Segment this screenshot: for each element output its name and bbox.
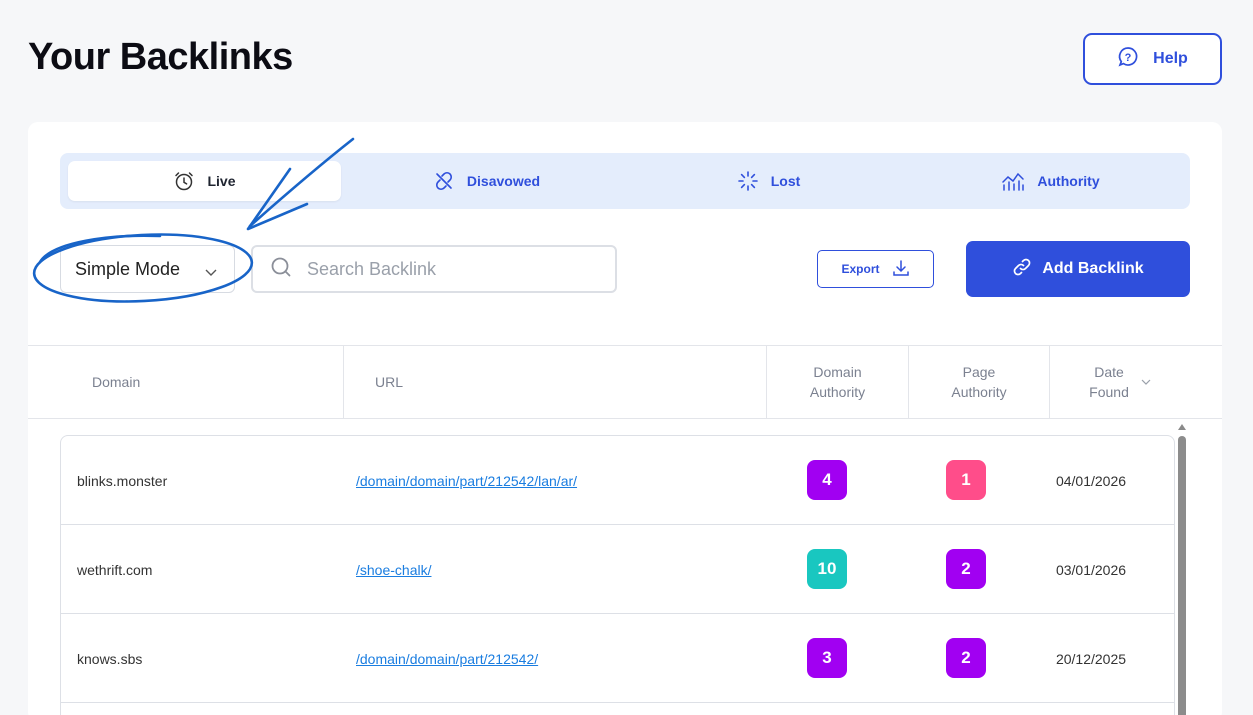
tab-bar: Live Disavowed Lost Authority	[60, 153, 1190, 209]
domain-authority-badge: 4	[807, 460, 847, 500]
table-row: wethrift.com /shoe-chalk/ 10 2 03/01/202…	[61, 525, 1174, 614]
search-icon	[269, 255, 293, 284]
help-button[interactable]: ? Help	[1083, 33, 1222, 85]
tab-live[interactable]: Live	[68, 161, 341, 201]
link-icon	[1012, 257, 1032, 282]
column-header-url[interactable]: URL	[344, 346, 767, 418]
mode-select-value: Simple Mode	[75, 258, 181, 279]
page-authority-badge: 1	[946, 460, 986, 500]
add-backlink-button[interactable]: Add Backlink	[966, 241, 1190, 297]
tab-authority-label: Authority	[1037, 173, 1100, 189]
domain-authority-badge: 3	[807, 638, 847, 678]
help-label: Help	[1153, 50, 1188, 67]
export-label: Export	[841, 262, 880, 276]
add-backlink-label: Add Backlink	[1042, 260, 1144, 277]
page-authority-badge: 2	[946, 549, 986, 589]
column-header-domain[interactable]: Domain	[28, 346, 344, 418]
export-button[interactable]: Export	[817, 250, 934, 288]
scroll-up-arrow-icon[interactable]	[1178, 424, 1186, 430]
tab-authority[interactable]: Authority	[914, 161, 1187, 201]
row-date: 20/12/2025	[1055, 650, 1127, 667]
page-authority-badge: 2	[946, 638, 986, 678]
table-row: blinks.monster /domain/domain/part/21254…	[61, 436, 1174, 525]
backlinks-list: blinks.monster /domain/domain/part/21254…	[60, 435, 1175, 715]
tab-disavowed[interactable]: Disavowed	[350, 161, 623, 201]
row-domain: knows.sbs	[77, 650, 143, 667]
sort-chevron-icon	[1141, 372, 1151, 392]
tab-live-label: Live	[207, 173, 236, 189]
loading-spinner-icon	[737, 170, 759, 192]
row-domain: blinks.monster	[77, 472, 168, 489]
date-found-label: Date Found	[1089, 364, 1129, 400]
alarm-clock-icon	[173, 170, 195, 192]
tab-disavowed-label: Disavowed	[466, 173, 541, 189]
search-box[interactable]	[251, 245, 617, 293]
search-input[interactable]	[307, 258, 597, 280]
broken-link-icon	[433, 170, 455, 192]
row-date: 03/01/2026	[1055, 561, 1127, 578]
row-url-link[interactable]: /domain/domain/part/212542/	[356, 614, 538, 703]
row-url-link[interactable]: /shoe-chalk/	[356, 525, 431, 614]
row-date: 04/01/2026	[1055, 472, 1127, 489]
scrollbar-thumb[interactable]	[1178, 436, 1186, 715]
tab-lost[interactable]: Lost	[632, 161, 905, 201]
column-header-date-found[interactable]: Date Found	[1050, 346, 1190, 418]
help-icon: ?	[1117, 46, 1139, 73]
download-icon	[892, 259, 910, 280]
svg-text:?: ?	[1125, 52, 1132, 64]
chart-line-icon	[1001, 170, 1025, 192]
domain-authority-badge: 10	[807, 549, 847, 589]
tab-lost-label: Lost	[770, 173, 801, 189]
row-url-link[interactable]: /domain/domain/part/212542/lan/ar/	[356, 436, 577, 525]
chevron-down-icon	[204, 263, 218, 284]
mode-select[interactable]: Simple Mode	[60, 245, 235, 293]
row-domain: wethrift.com	[77, 561, 153, 578]
column-header-domain-authority[interactable]: Domain Authority	[767, 346, 909, 418]
page-title: Your Backlinks	[28, 36, 293, 78]
scrollbar[interactable]	[1176, 424, 1188, 715]
table-header: Domain URL Domain Authority Page Authori…	[28, 345, 1222, 419]
table-row: knows.sbs /domain/domain/part/212542/ 3 …	[61, 614, 1174, 703]
column-header-page-authority[interactable]: Page Authority	[909, 346, 1050, 418]
